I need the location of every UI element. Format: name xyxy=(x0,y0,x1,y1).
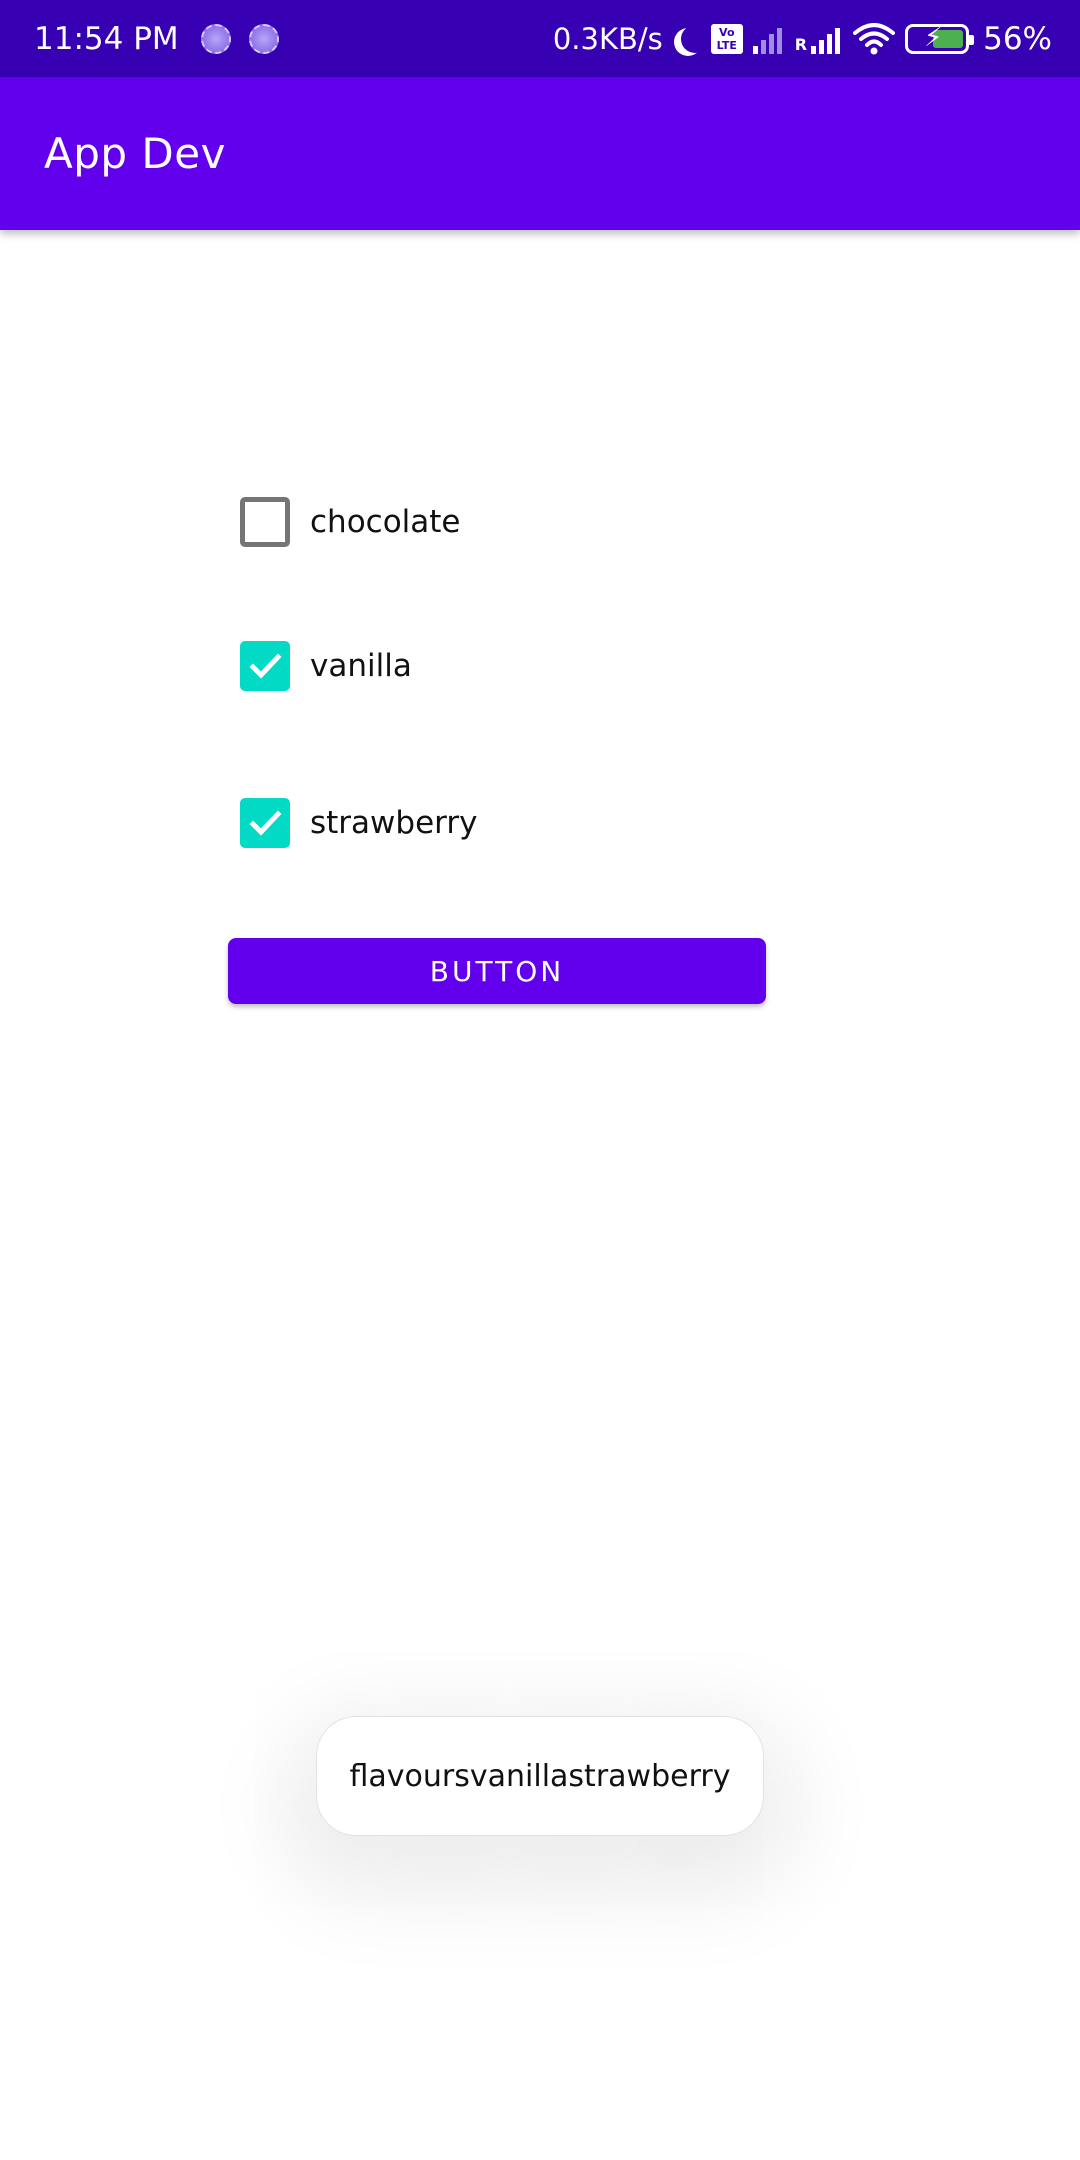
status-bar-left: 11:54 PM xyxy=(34,21,297,57)
checkmark-icon xyxy=(249,653,282,679)
network-speed: 0.3KB/s xyxy=(552,21,663,56)
checkbox-label: vanilla xyxy=(310,648,412,684)
notification-icon xyxy=(248,23,279,54)
signal-roaming-icon xyxy=(811,24,843,54)
signal-icon xyxy=(752,24,785,54)
checkbox-checked-icon[interactable] xyxy=(240,798,290,848)
checkbox-strawberry[interactable]: strawberry xyxy=(240,798,477,848)
battery-charging-icon: ⚡ xyxy=(905,22,975,54)
checkbox-chocolate[interactable]: chocolate xyxy=(240,497,461,547)
notification-icon xyxy=(200,23,231,54)
checkmark-icon xyxy=(249,810,282,836)
clock: 11:54 PM xyxy=(34,20,179,57)
volte-icon: Vo LTE xyxy=(710,23,743,54)
submit-button[interactable]: BUTTON xyxy=(228,938,766,1004)
status-bar-right: 0.3KB/s Vo LTE R ⚡ 56% xyxy=(543,21,1052,57)
wifi-icon xyxy=(853,22,896,54)
status-bar: 11:54 PM 0.3KB/s Vo LTE R ⚡ 56% xyxy=(0,0,1080,77)
checkbox-label: strawberry xyxy=(310,805,478,841)
toast-text: flavoursvanillastrawberry xyxy=(349,1758,731,1794)
checkbox-unchecked-icon[interactable] xyxy=(240,497,290,547)
app-title: App Dev xyxy=(44,129,226,178)
toast-message: flavoursvanillastrawberry xyxy=(316,1716,764,1836)
do-not-disturb-moon-icon xyxy=(681,25,709,53)
app-bar: App Dev xyxy=(0,77,1080,230)
checkbox-label: chocolate xyxy=(310,504,461,540)
checkbox-vanilla[interactable]: vanilla xyxy=(240,641,412,691)
charging-bolt-icon: ⚡ xyxy=(924,22,943,53)
roaming-indicator: R xyxy=(794,34,808,54)
battery-percent: 56% xyxy=(983,20,1052,57)
checkbox-checked-icon[interactable] xyxy=(240,641,290,691)
